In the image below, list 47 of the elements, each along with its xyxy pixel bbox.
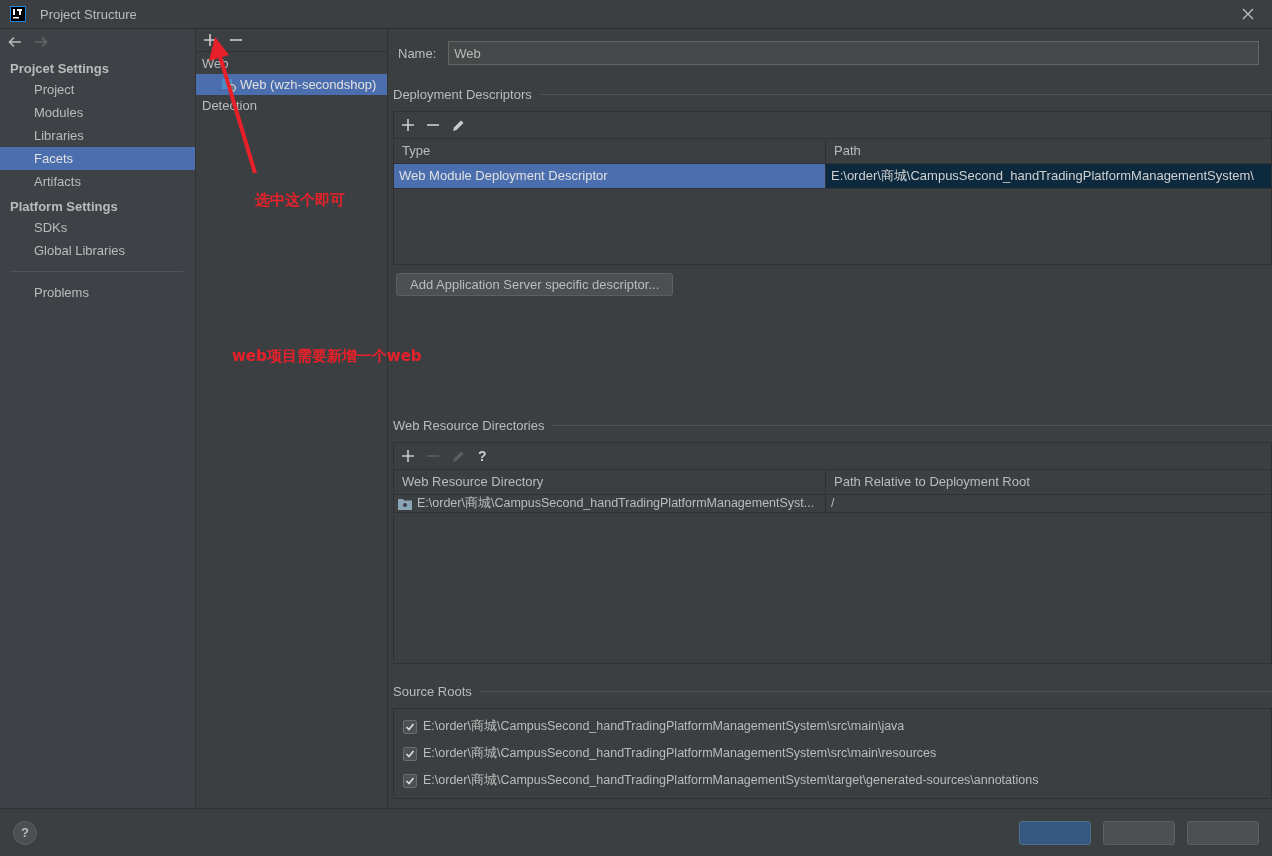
sidebar-item[interactable]: Project xyxy=(0,78,195,101)
sidebar-item[interactable]: Libraries xyxy=(0,124,195,147)
name-label: Name: xyxy=(398,45,437,61)
source-root-path: E:\order\商城\CampusSecond_handTradingPlatformManagementSystem\target\generated-sources\annotations xyxy=(423,772,1039,789)
annotation-text: web项目需要新增一个web xyxy=(232,347,422,366)
checkbox[interactable] xyxy=(403,773,417,788)
checkbox[interactable] xyxy=(403,719,417,734)
group-title: Source Roots xyxy=(393,683,472,699)
close-icon[interactable] xyxy=(1242,8,1254,20)
sidebar-item[interactable]: Facets xyxy=(0,147,195,170)
group-title: Deployment Descriptors xyxy=(393,86,532,102)
add-icon[interactable] xyxy=(204,34,216,46)
table-cell-text: / xyxy=(830,495,836,512)
add-descriptor-button[interactable]: Add Application Server specific descriptor... xyxy=(396,273,674,296)
column-header[interactable]: Path Relative to Deployment Root xyxy=(826,470,1271,494)
table-cell: E:\order\商城\CampusSecond_handTradingPlatformManagementSyst... xyxy=(417,495,815,512)
group-title: Web Resource Directories xyxy=(393,417,545,433)
column-header[interactable]: Web Resource Directory xyxy=(394,470,826,494)
table-cell: E:\order\商城\CampusSecond_handTradingPlatformManagementSystem\ xyxy=(826,164,1271,188)
sidebar-item[interactable]: Problems xyxy=(0,281,195,304)
sidebar-item[interactable]: SDKs xyxy=(0,216,195,239)
add-icon[interactable] xyxy=(402,119,414,131)
add-icon[interactable] xyxy=(402,450,414,462)
web-facet-icon xyxy=(222,77,236,92)
table-row[interactable]: E:\order\商城\CampusSecond_handTradingPlatformManagementSyst... / xyxy=(394,495,1271,513)
section-heading: Platform Settings xyxy=(9,198,119,216)
checkbox[interactable] xyxy=(403,746,417,761)
column-header[interactable]: Type xyxy=(394,139,826,163)
sidebar-item[interactable]: Modules xyxy=(0,101,195,124)
column-header[interactable]: Path xyxy=(826,139,1271,163)
edit-pencil-icon[interactable] xyxy=(452,118,465,132)
sidebar-item[interactable]: Global Libraries xyxy=(0,239,195,262)
table-row[interactable]: Web Module Deployment Descriptor E:\order\商城\CampusSecond_handTradingPlatformManagementSystem\ xyxy=(394,164,1271,189)
annotation-text: 选中这个即可 xyxy=(255,191,345,210)
app-logo-icon xyxy=(10,6,26,22)
back-arrow-icon[interactable] xyxy=(8,36,22,48)
tree-item[interactable]: Web (wzh-secondshop) xyxy=(196,74,387,95)
help-button[interactable]: ? xyxy=(478,448,487,464)
folder-icon xyxy=(398,497,412,510)
table-cell: Web Module Deployment Descriptor xyxy=(394,164,826,188)
sidebar-item[interactable]: Artifacts xyxy=(0,170,195,193)
name-field[interactable]: Web xyxy=(448,41,1259,65)
help-button[interactable]: ? xyxy=(13,820,37,845)
source-root-path: E:\order\商城\CampusSecond_handTradingPlatformManagementSystem\src\main\java xyxy=(423,718,905,735)
window-title: Project Structure xyxy=(40,6,137,22)
section-heading: Projcet Settings xyxy=(9,60,110,78)
source-root-path: E:\order\商城\CampusSecond_handTradingPlatformManagementSystem\src\main\resources xyxy=(423,745,937,762)
